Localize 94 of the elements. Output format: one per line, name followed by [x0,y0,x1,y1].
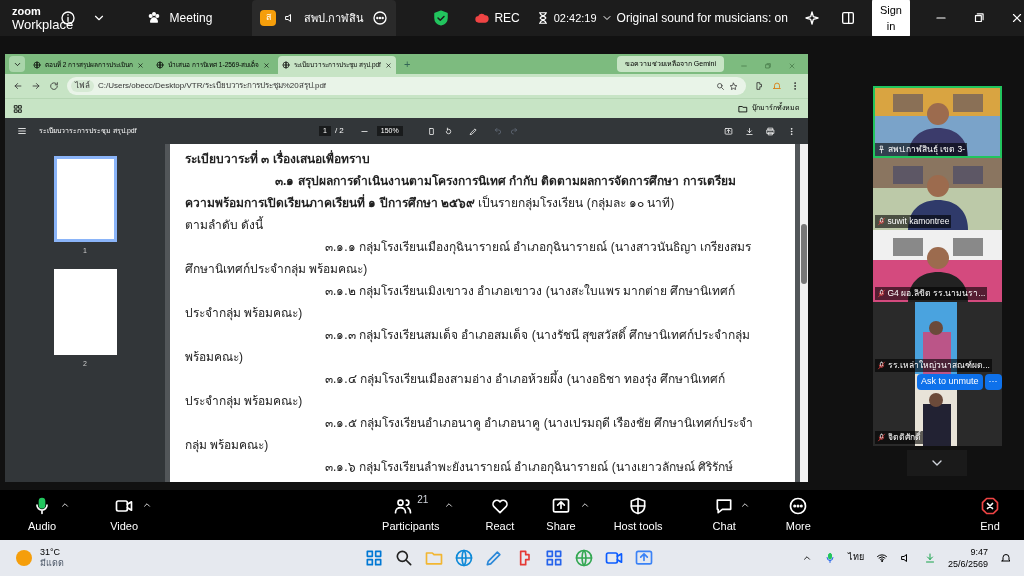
maximize-icon[interactable] [972,11,986,25]
weather-text: มีแดด [40,558,64,569]
page-thumbnail[interactable] [53,268,117,355]
muted-mic-icon [876,289,886,299]
share-button[interactable]: Share [546,495,576,535]
language-indicator[interactable]: ไทย [847,551,864,565]
wifi-icon[interactable] [875,552,888,564]
document-line: ๓.๑ สรุปผลการดำเนินงานตามโครงการนิเทศ กำกับ ติดตามผลการจัดการศึกษา การเตรียม [274,173,737,191]
annotate-icon[interactable] [468,126,478,136]
browser-icon[interactable] [454,548,474,568]
host-button[interactable]: Host tools [613,495,663,535]
zoom-logo-text: zoom [12,5,42,18]
more-icon [788,495,809,516]
print-icon[interactable] [766,126,775,136]
shield-icon [432,9,451,27]
panel-icon[interactable] [839,10,856,26]
notifications-icon[interactable] [1000,552,1012,564]
document-line: ๓.๑.๓ กลุ่มโรงเรียนสมเด็จ อำเภอสมเด็จ (นางรัชนี สุขสวัสดิ์ ศึกษานิเทศก์ประจำกลุ่ม [324,325,752,345]
app-name: Workplace [12,18,75,31]
audio-button[interactable]: Audio [28,495,57,535]
document-line: ๓.๑.๕ กลุ่มโรงเรียนอำเภอนาคู อำเภอนาคู (นางเปรมฤดี เรืองชัย ศึกษานิเทศก์ประจำ [324,415,755,433]
participant-name: จิตติศักดิ์ [887,431,921,444]
video-button[interactable]: Video [110,495,139,535]
apps-icon[interactable] [13,103,23,114]
participant-name: suwit kamontree [887,215,950,228]
clock[interactable]: 9:47 25/6/2569 [947,546,988,570]
timer: 02:42:19 [553,10,597,26]
temperature: 31°C [40,547,62,558]
reload-icon[interactable] [49,81,59,91]
share-tab[interactable]: ส สพป.กาฬสิน [252,0,397,36]
photos-icon[interactable] [634,548,654,568]
document-line: พร้อมคณะ) [185,349,244,366]
address-bar[interactable]: ไฟล์ C:/Users/obecc/Desktop/VTR/ระเบียบวาระการประชุม%20สรุป.pdf [67,77,746,95]
microphone-icon[interactable] [823,552,836,564]
document-line: ศึกษานิเทศก์ประจำกลุ่ม พร้อมคณะ) [185,261,369,279]
more-icon[interactable] [372,10,389,26]
end-button[interactable]: End [980,495,1000,535]
globe-icon [282,61,291,69]
participant-name: G4 ผอ.ลิขิต รร.นามนรา... [887,287,986,300]
globe-icon [33,61,41,69]
rotate-icon[interactable] [443,126,453,136]
sun-icon [16,550,32,566]
url-text: C:/Users/obecc/Desktop/VTR/ระเบียบวาระการประชุม%20สรุป.pdf [98,80,328,92]
more-icon[interactable] [787,126,796,136]
back-icon[interactable] [13,81,23,91]
document-line: ประจำกลุ่ม พร้อมคณะ) [185,305,304,323]
document-line: ๓.๑.๔ กลุ่มโรงเรียนเมืองสามอ่าง อำเภอห้วยผึ้ง (นางอธิชา ทองรุ่ง ศึกษานิเทศก์ [324,369,727,389]
share-badge: ส [260,10,277,26]
zoom-icon[interactable] [716,81,725,91]
react-button[interactable]: React [485,495,515,535]
folder-icon [738,103,748,114]
fit-page-icon[interactable] [426,126,436,136]
document-line: ๓.๑.๒ กลุ่มโรงเรียนเมิงเขาวง อำเภอเขาวง (นางสะใบแพร มากต่าย ศึกษานิเทศก์ [324,283,737,301]
participants-button[interactable]: 21 Participants [382,495,440,535]
download-icon[interactable] [745,126,754,136]
document-line: ๓.๑.๑ กลุ่มโรงเรียนเมืองกุฉินารายณ์ อำเภอกุฉินารายณ์ (นางสาวนันธิญา เกรียงสมร [324,239,752,257]
chat-button[interactable]: Chat [712,495,736,535]
pin-icon [876,145,886,155]
bookmark-star-icon[interactable] [729,81,738,91]
forward-icon[interactable] [31,81,41,91]
document-line: ๓.๑.๖ กลุ่มโรงเรียนลำพะยังนารายณ์ อำเภอกุฉินารายณ์ (นางเยาวลักษณ์ ศิริรักษ์ [324,459,734,477]
muted-mic-icon [876,433,886,443]
show-hidden-icons[interactable] [801,553,812,563]
share-name: สพป.กาฬสิน [304,10,365,26]
muted-mic-icon [876,217,886,227]
rec-label: REC [494,10,520,27]
sound-status[interactable]: Original sound for musicians: on [616,9,788,27]
pen-app-icon[interactable] [484,548,504,568]
ask-to-unmute-button[interactable]: Ask to unmute [916,374,983,390]
meeting-tab[interactable]: Meeting [145,9,213,27]
document-line: ระเบียบวาระที่ ๓ เรื่องเสนอเพื่อทราบ [185,149,371,168]
host-icon [628,495,649,516]
document-line: กลุ่ม พร้อมคณะ) [185,437,270,455]
sparkle-icon[interactable] [803,10,820,26]
muted-mic-icon [876,361,886,371]
file-chip: ไฟล์ [71,80,94,92]
end-icon [980,495,1000,516]
document-line: ประจำกลุ่ม พร้อมคณะ) [185,393,304,411]
page-count: / 2 [334,125,344,137]
scrollbar-thumb[interactable] [801,224,807,284]
start-icon[interactable] [364,548,384,568]
participant-count: 21 [417,493,429,508]
participant-name: สพป.กาฬสินธุ์ เขต 3- [887,143,966,156]
document-line: ตามลำดับ ดังนี้ [185,215,265,234]
sign-in-button[interactable]: Sign in [871,0,910,39]
menu-icon[interactable] [17,126,27,136]
page-thumbnail[interactable] [53,156,117,242]
more-button[interactable]: More [785,495,811,535]
store-icon[interactable] [544,548,564,568]
close-icon[interactable] [1010,11,1024,25]
search-icon[interactable] [394,548,414,568]
globe-icon [156,61,165,69]
participant-name: รร.เหล่าใหญ่วนาสณฑ์ผด... [887,359,990,372]
document-line: ความพร้อมการเปิดเรียนภาคเรียนที่ ๑ ปีการศึกษา ๒๕๖๙ เป็นรายกลุ่มโรงเรียน (กลุ่มละ ๑๐ นาที) [185,193,676,213]
